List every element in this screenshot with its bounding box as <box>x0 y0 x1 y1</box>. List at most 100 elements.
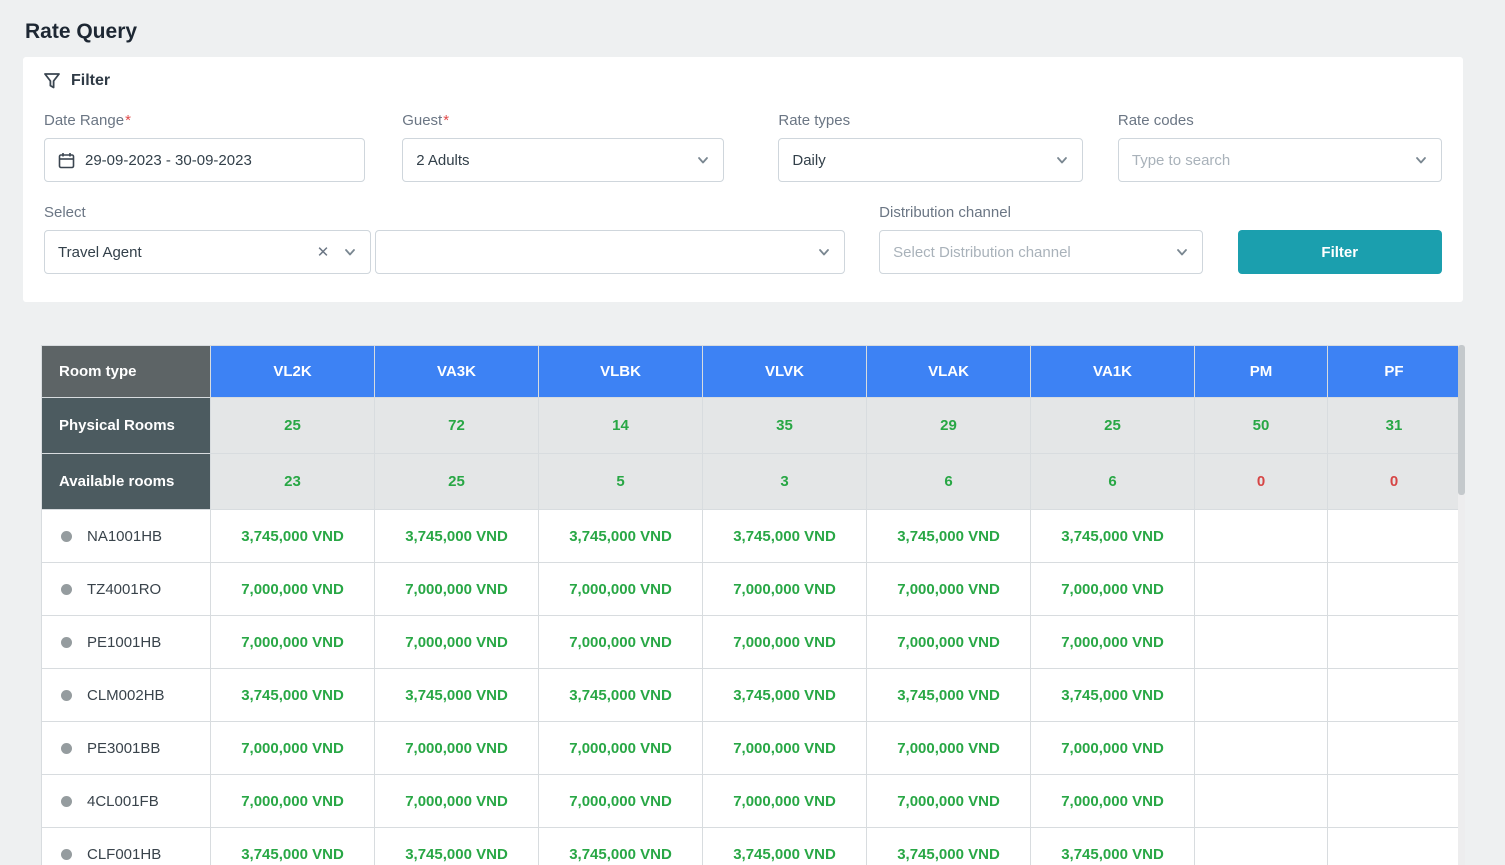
rate-cell: 3,745,000 VND <box>1031 669 1195 722</box>
rate-cell: 7,000,000 VND <box>1031 722 1195 775</box>
chevron-down-icon <box>343 245 357 259</box>
room-code-cell[interactable]: CLM002HB <box>42 669 211 722</box>
rate-cell: 7,000,000 VND <box>703 722 867 775</box>
travel-agent-select[interactable]: Travel Agent ✕ <box>44 230 371 274</box>
empty-rate-cell <box>1195 510 1328 563</box>
room-code-cell[interactable]: PE1001HB <box>42 616 211 669</box>
rate-row[interactable]: NA1001HB3,745,000 VND3,745,000 VND3,745,… <box>42 510 1461 563</box>
room-type-header: Room type <box>42 346 211 398</box>
row-bullet-icon <box>61 743 72 754</box>
empty-rate-cell <box>1328 563 1461 616</box>
empty-rate-cell <box>1328 510 1461 563</box>
date-range-field: Date Range* 29-09-2023 - 30-09-2023 <box>44 112 365 182</box>
secondary-select[interactable] <box>375 230 845 274</box>
filter-title: Filter <box>71 72 110 90</box>
rate-cell: 7,000,000 VND <box>539 775 703 828</box>
summary-value: 35 <box>703 398 867 454</box>
summary-value: 25 <box>211 398 375 454</box>
distribution-channel-select[interactable]: Select Distribution channel <box>879 230 1202 274</box>
rate-types-label: Rate types <box>778 112 1083 129</box>
clear-icon[interactable]: ✕ <box>317 243 330 261</box>
summary-value: 25 <box>375 454 539 510</box>
rate-cell: 7,000,000 VND <box>211 775 375 828</box>
summary-value: 29 <box>867 398 1031 454</box>
secondary-select-label <box>375 204 845 221</box>
summary-value: 31 <box>1328 398 1461 454</box>
guest-label: Guest* <box>402 112 724 129</box>
rate-cell: 7,000,000 VND <box>375 563 539 616</box>
rate-cell: 3,745,000 VND <box>211 828 375 865</box>
rate-cell: 7,000,000 VND <box>539 722 703 775</box>
row-bullet-icon <box>61 531 72 542</box>
rate-cell: 3,745,000 VND <box>539 828 703 865</box>
rate-row[interactable]: 4CL001FB7,000,000 VND7,000,000 VND7,000,… <box>42 775 1461 828</box>
table-scrollbar[interactable] <box>1458 345 1465 865</box>
rate-cell: 3,745,000 VND <box>703 669 867 722</box>
summary-row-label: Physical Rooms <box>42 398 211 454</box>
rate-types-select[interactable]: Daily <box>778 138 1083 182</box>
room-code-cell[interactable]: PE3001BB <box>42 722 211 775</box>
rate-cell: 3,745,000 VND <box>867 669 1031 722</box>
room-code-cell[interactable]: CLF001HB <box>42 828 211 865</box>
distribution-channel-field: Distribution channel Select Distribution… <box>879 204 1202 274</box>
room-code-cell[interactable]: TZ4001RO <box>42 563 211 616</box>
rate-codes-input[interactable] <box>1132 152 1414 169</box>
rate-cell: 7,000,000 VND <box>539 616 703 669</box>
room-code: PE3001BB <box>87 740 160 757</box>
rate-table: Room type VL2KVA3KVLBKVLVKVLAKVA1KPMPF P… <box>41 345 1461 865</box>
rate-cell: 3,745,000 VND <box>211 510 375 563</box>
summary-value: 50 <box>1195 398 1328 454</box>
empty-rate-cell <box>1328 828 1461 865</box>
summary-value: 0 <box>1195 454 1328 510</box>
rate-cell: 3,745,000 VND <box>375 510 539 563</box>
empty-rate-cell <box>1195 563 1328 616</box>
rate-cell: 7,000,000 VND <box>703 616 867 669</box>
guest-value: 2 Adults <box>416 152 696 169</box>
guest-select[interactable]: 2 Adults <box>402 138 724 182</box>
column-header-va3k: VA3K <box>375 346 539 398</box>
filter-button[interactable]: Filter <box>1238 230 1442 274</box>
rate-row[interactable]: CLF001HB3,745,000 VND3,745,000 VND3,745,… <box>42 828 1461 865</box>
rate-cell: 7,000,000 VND <box>867 722 1031 775</box>
rate-cell: 3,745,000 VND <box>867 828 1031 865</box>
date-range-input[interactable]: 29-09-2023 - 30-09-2023 <box>44 138 365 182</box>
date-range-value: 29-09-2023 - 30-09-2023 <box>85 152 351 169</box>
rate-cell: 3,745,000 VND <box>211 669 375 722</box>
distribution-channel-label: Distribution channel <box>879 204 1202 221</box>
rate-codes-combobox[interactable] <box>1118 138 1442 182</box>
rate-cell: 3,745,000 VND <box>703 510 867 563</box>
rate-row[interactable]: PE1001HB7,000,000 VND7,000,000 VND7,000,… <box>42 616 1461 669</box>
rate-row[interactable]: PE3001BB7,000,000 VND7,000,000 VND7,000,… <box>42 722 1461 775</box>
rate-cell: 3,745,000 VND <box>1031 510 1195 563</box>
row-bullet-icon <box>61 796 72 807</box>
summary-row-label: Available rooms <box>42 454 211 510</box>
column-header-va1k: VA1K <box>1031 346 1195 398</box>
summary-value: 0 <box>1328 454 1461 510</box>
summary-row: Available rooms2325536600 <box>42 454 1461 510</box>
empty-rate-cell <box>1195 775 1328 828</box>
rate-cell: 7,000,000 VND <box>375 722 539 775</box>
rate-cell: 3,745,000 VND <box>375 669 539 722</box>
required-asterisk: * <box>443 112 449 129</box>
room-code-cell[interactable]: 4CL001FB <box>42 775 211 828</box>
rate-cell: 7,000,000 VND <box>867 563 1031 616</box>
summary-value: 14 <box>539 398 703 454</box>
rate-table-container: Room type VL2KVA3KVLBKVLVKVLAKVA1KPMPF P… <box>41 345 1458 865</box>
column-header-vlbk: VLBK <box>539 346 703 398</box>
required-asterisk: * <box>125 112 131 129</box>
table-header-row: Room type VL2KVA3KVLBKVLVKVLAKVA1KPMPF <box>42 346 1461 398</box>
rate-row[interactable]: CLM002HB3,745,000 VND3,745,000 VND3,745,… <box>42 669 1461 722</box>
rate-codes-field: Rate codes <box>1118 112 1442 182</box>
room-code-cell[interactable]: NA1001HB <box>42 510 211 563</box>
row-bullet-icon <box>61 849 72 860</box>
scrollbar-thumb[interactable] <box>1458 345 1465 495</box>
rate-query-page: Rate Query Filter Date Range* <box>0 0 1505 865</box>
room-code: CLM002HB <box>87 687 165 704</box>
rate-row[interactable]: TZ4001RO7,000,000 VND7,000,000 VND7,000,… <box>42 563 1461 616</box>
filter-funnel-icon <box>44 73 60 89</box>
rate-cell: 7,000,000 VND <box>539 563 703 616</box>
filter-row-2: Select Travel Agent ✕ Distribution chann… <box>44 204 1442 274</box>
row-bullet-icon <box>61 584 72 595</box>
row-bullet-icon <box>61 637 72 648</box>
filter-row-1: Date Range* 29-09-2023 - 30-09-2023 Gues… <box>44 112 1442 182</box>
